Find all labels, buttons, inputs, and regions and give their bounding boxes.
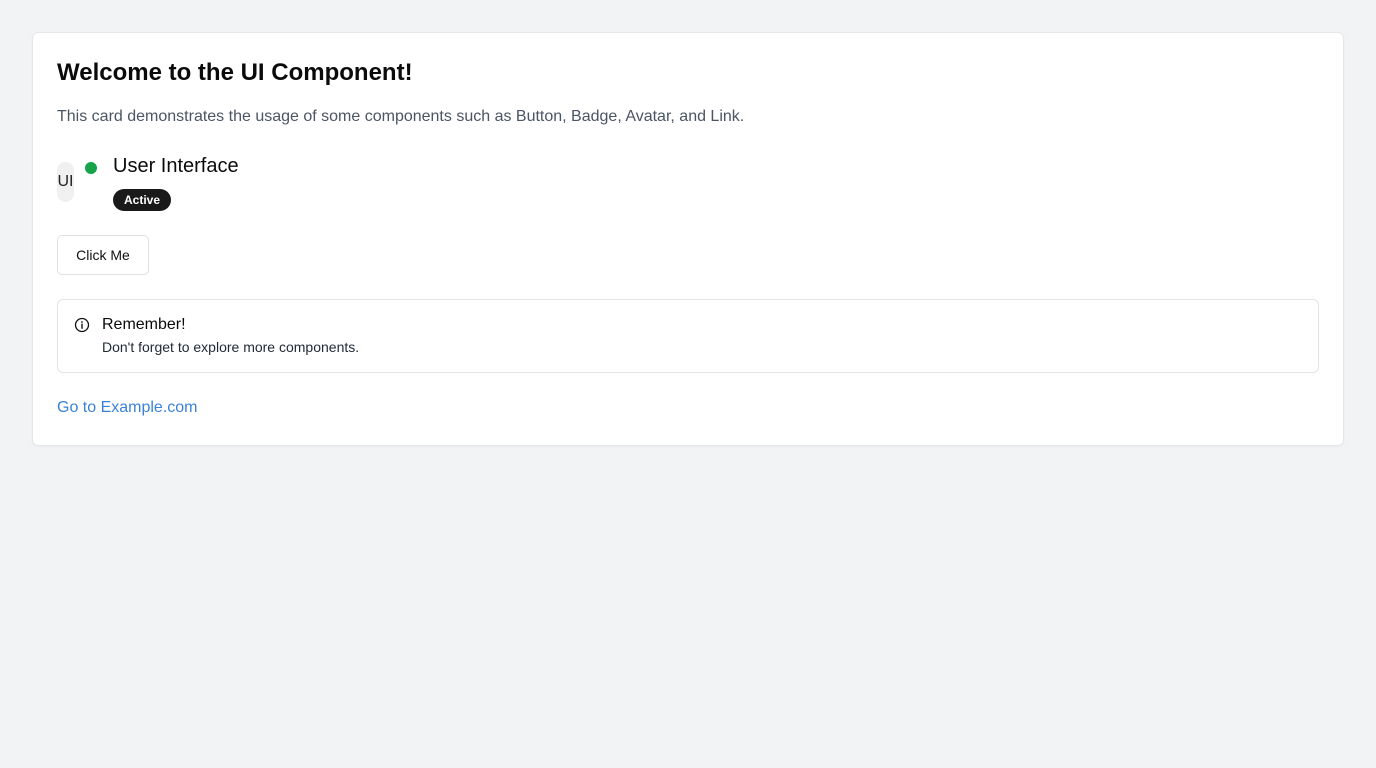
click-me-button[interactable]: Click Me [57,235,149,275]
example-link[interactable]: Go to Example.com [57,399,198,417]
card-title: Welcome to the UI Component! [57,59,413,86]
avatar-initials: UI [57,173,74,190]
avatar: UI [57,162,74,202]
status-badge: Active [113,189,172,211]
alert-description: Don't forget to explore more components. [102,339,360,355]
welcome-card: Welcome to the UI Component! This card d… [32,32,1344,446]
alert-title: Remember! [102,316,186,333]
card-description: This card demonstrates the usage of some… [57,108,745,125]
status-indicator [85,162,97,174]
reminder-alert: Remember! Don't forget to explore more c… [57,299,1319,373]
user-name: User Interface [113,155,239,177]
info-icon [74,317,90,333]
